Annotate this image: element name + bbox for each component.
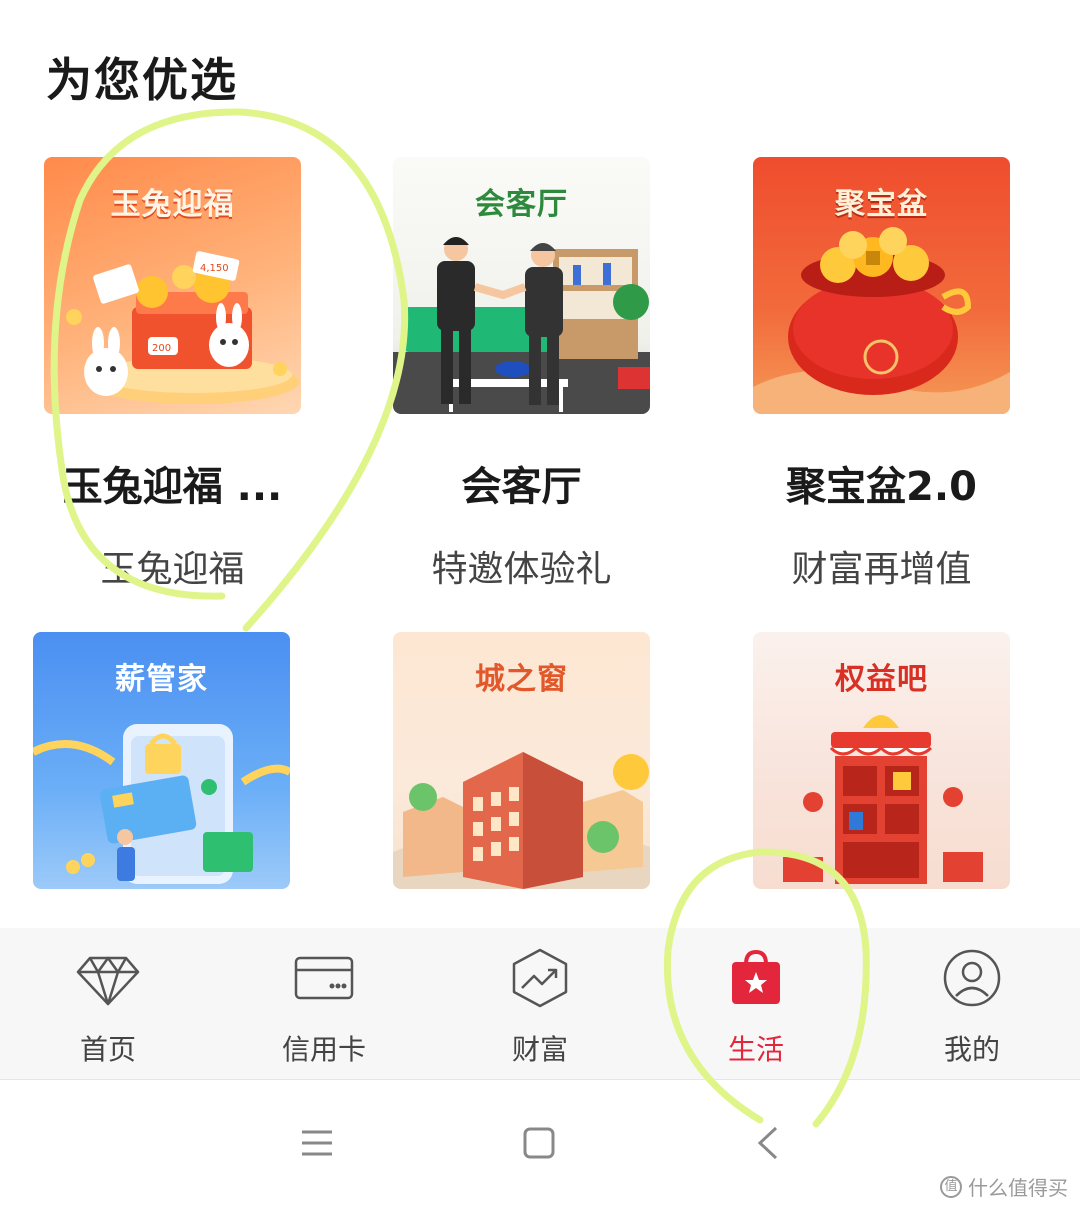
handshake-illustration [393, 237, 650, 414]
coupon-amount-2: 200 [152, 343, 171, 354]
tab-label: 信用卡 [281, 1033, 366, 1066]
card-name: 玉兔迎福 ... [62, 464, 283, 510]
card-desc: 特邀体验礼 [431, 549, 612, 590]
bottom-tab-bar: 首页 信用卡 财富 生活 我的 [0, 928, 1080, 1080]
wealth-chart-icon [512, 948, 568, 1008]
card-name: 聚宝盆2.0 [786, 464, 977, 510]
menu-icon[interactable] [300, 1128, 334, 1158]
product-card-yutu[interactable]: 玉兔迎福 4,150 200 玉兔迎福 ... 玉兔迎福 [44, 157, 301, 592]
diamond-icon [76, 956, 140, 1006]
tab-label: 首页 [79, 1033, 136, 1066]
product-card-huiketing[interactable]: 会客厅 会客厅 特邀体验礼 [393, 157, 650, 592]
credit-card-icon [294, 956, 354, 1000]
card-desc: 财富再增值 [791, 549, 972, 590]
tab-wealth[interactable]: 财富 [432, 928, 648, 1080]
watermark: 值 什么值得买 [940, 1172, 1068, 1201]
card-thumbnail[interactable]: 会客厅 [393, 157, 650, 414]
product-card-jubaopen[interactable]: 聚宝盆 聚宝盆2.0 财富再增值 [753, 157, 1010, 592]
home-icon[interactable] [522, 1126, 556, 1160]
user-icon [943, 949, 1001, 1007]
rabbit-gift-illustration: 4,150 200 [66, 251, 299, 404]
card-name: 会客厅 [461, 464, 582, 510]
system-navigation-bar [0, 1080, 1080, 1209]
tab-label: 我的 [943, 1033, 1000, 1066]
card-thumbnail[interactable]: 权益吧 [753, 632, 1010, 889]
tab-label: 财富 [511, 1033, 568, 1066]
shopping-bag-icon [732, 949, 780, 1004]
salary-phone-illustration [33, 724, 290, 884]
card-thumbnail[interactable]: 薪管家 [33, 632, 290, 889]
product-card-chengzhichuang[interactable]: 城之窗 [393, 632, 650, 889]
tab-label: 生活 [727, 1033, 784, 1066]
city-building-illustration [393, 752, 650, 889]
gift-shop-illustration [783, 715, 983, 884]
treasure-bag-illustration [753, 227, 1010, 414]
tab-me[interactable]: 我的 [864, 928, 1080, 1080]
card-thumbnail[interactable]: 玉兔迎福 4,150 200 [44, 157, 301, 414]
tab-credit-card[interactable]: 信用卡 [216, 928, 432, 1080]
card-thumbnail[interactable]: 城之窗 [393, 632, 650, 889]
product-card-xinguanjia[interactable]: 薪管家 [33, 632, 290, 889]
watermark-text: 什么值得买 [968, 1176, 1068, 1200]
tab-home[interactable]: 首页 [0, 928, 216, 1080]
watermark-badge: 值 [940, 1175, 962, 1198]
tab-life[interactable]: 生活 [648, 928, 864, 1080]
card-desc: 玉兔迎福 [100, 549, 245, 590]
section-title: 为您优选 [46, 53, 238, 107]
coupon-amount-1: 4,150 [200, 263, 229, 274]
card-thumbnail[interactable]: 聚宝盆 [753, 157, 1010, 414]
back-icon[interactable] [756, 1126, 780, 1160]
product-card-quanyiba[interactable]: 权益吧 [753, 632, 1010, 889]
